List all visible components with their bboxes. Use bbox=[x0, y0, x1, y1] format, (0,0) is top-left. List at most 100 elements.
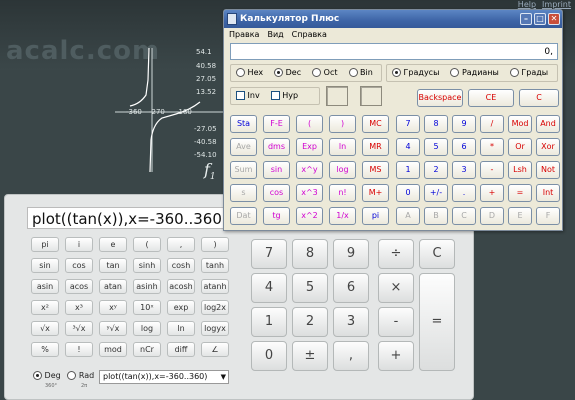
sci-key[interactable]: log2x bbox=[201, 300, 229, 315]
calc-key[interactable]: n! bbox=[329, 184, 356, 202]
imprint-link[interactable]: Imprint bbox=[542, 0, 571, 9]
calc-key[interactable]: Or bbox=[508, 138, 532, 156]
operator-key[interactable]: + bbox=[378, 341, 414, 371]
oct-option[interactable]: Oct bbox=[312, 68, 338, 77]
calc-key[interactable]: Not bbox=[536, 161, 560, 179]
operator-key[interactable]: - bbox=[378, 307, 414, 337]
calc-key[interactable]: C bbox=[452, 207, 476, 225]
calc-key[interactable]: 4 bbox=[396, 138, 420, 156]
sci-key[interactable]: logyx bbox=[201, 321, 229, 336]
calc-key[interactable]: + bbox=[480, 184, 504, 202]
digit-key[interactable]: 8 bbox=[292, 239, 328, 269]
sci-key[interactable]: tanh bbox=[201, 258, 229, 273]
sci-key[interactable]: acosh bbox=[167, 279, 195, 294]
calc-key[interactable]: B bbox=[424, 207, 448, 225]
history-select[interactable]: plot((tan(x)),x=-360..360) ▼ bbox=[99, 370, 229, 384]
sci-key[interactable]: sinh bbox=[133, 258, 161, 273]
calc-key[interactable]: Mod bbox=[508, 115, 532, 133]
calc-key[interactable]: 9 bbox=[452, 115, 476, 133]
sci-key[interactable]: x³ bbox=[65, 300, 93, 315]
operator-key[interactable]: ÷ bbox=[378, 239, 414, 269]
rad-radio[interactable] bbox=[67, 371, 77, 380]
calc-key[interactable]: tg bbox=[263, 207, 290, 225]
calc-key[interactable]: Dat bbox=[230, 207, 257, 225]
sci-key[interactable]: asin bbox=[31, 279, 59, 294]
calc-key[interactable]: D bbox=[480, 207, 504, 225]
menu-view[interactable]: Вид bbox=[267, 30, 283, 39]
calc-key[interactable]: Lsh bbox=[508, 161, 532, 179]
calc-key[interactable]: 6 bbox=[452, 138, 476, 156]
hex-option[interactable]: Hex bbox=[236, 68, 263, 77]
sci-key[interactable]: ³√x bbox=[65, 321, 93, 336]
calc-key[interactable]: Sta bbox=[230, 115, 257, 133]
sci-key[interactable]: i bbox=[65, 237, 93, 252]
calc-key[interactable]: 5 bbox=[424, 138, 448, 156]
calc-key[interactable]: MS bbox=[362, 161, 389, 179]
calc-key[interactable]: 1 bbox=[396, 161, 420, 179]
sci-key[interactable]: tan bbox=[99, 258, 127, 273]
sci-key[interactable]: cos bbox=[65, 258, 93, 273]
digit-key[interactable]: 5 bbox=[292, 273, 328, 303]
calc-key[interactable]: Exp bbox=[296, 138, 323, 156]
sci-key[interactable]: e bbox=[99, 237, 127, 252]
sci-key[interactable]: atanh bbox=[201, 279, 229, 294]
calc-key[interactable]: +/- bbox=[424, 184, 448, 202]
calc-key[interactable]: x^3 bbox=[296, 184, 323, 202]
digit-key[interactable]: 1 bbox=[251, 307, 287, 337]
grads-option[interactable]: Грады bbox=[509, 68, 548, 77]
sci-key[interactable]: , bbox=[167, 237, 195, 252]
digit-key[interactable]: ± bbox=[292, 341, 328, 371]
c-button[interactable]: C bbox=[519, 89, 559, 107]
calc-key[interactable]: - bbox=[480, 161, 504, 179]
digit-key[interactable]: 4 bbox=[251, 273, 287, 303]
calc-key[interactable]: M+ bbox=[362, 184, 389, 202]
calc-key[interactable]: 2 bbox=[424, 161, 448, 179]
deg-radio[interactable] bbox=[33, 371, 42, 380]
calc-key[interactable]: E bbox=[508, 207, 532, 225]
calc-key[interactable]: / bbox=[480, 115, 504, 133]
calc-key[interactable]: And bbox=[536, 115, 560, 133]
sci-key[interactable]: √x bbox=[31, 321, 59, 336]
calc-key[interactable]: * bbox=[480, 138, 504, 156]
window-titlebar[interactable]: Калькулятор Плюс – □ ✕ bbox=[224, 10, 562, 28]
operator-key[interactable]: × bbox=[378, 273, 414, 303]
backspace-button[interactable]: Backspace bbox=[417, 89, 463, 107]
maximize-button[interactable]: □ bbox=[534, 13, 546, 25]
calc-key[interactable]: cos bbox=[263, 184, 290, 202]
calc-key[interactable]: A bbox=[396, 207, 420, 225]
calc-key[interactable]: F bbox=[536, 207, 560, 225]
calc-key[interactable]: Int bbox=[536, 184, 560, 202]
calc-key[interactable]: F-E bbox=[263, 115, 290, 133]
expression-input[interactable]: plot((tan(x)),x=-360..360 bbox=[27, 207, 235, 229]
sci-key[interactable]: exp bbox=[167, 300, 195, 315]
sci-key[interactable]: 10ˣ bbox=[133, 300, 161, 315]
calc-key[interactable]: log bbox=[329, 161, 356, 179]
calc-key[interactable]: ln bbox=[329, 138, 356, 156]
degrees-option[interactable]: Градусы bbox=[392, 68, 439, 77]
radians-option[interactable]: Радианы bbox=[450, 68, 499, 77]
menu-help[interactable]: Справка bbox=[292, 30, 327, 39]
sci-key[interactable]: acos bbox=[65, 279, 93, 294]
calc-key[interactable]: 8 bbox=[424, 115, 448, 133]
sci-key[interactable]: nCr bbox=[133, 342, 161, 357]
sci-key[interactable]: mod bbox=[99, 342, 127, 357]
sci-key[interactable]: diff bbox=[167, 342, 195, 357]
calc-key[interactable]: MC bbox=[362, 115, 389, 133]
sci-key[interactable]: pi bbox=[31, 237, 59, 252]
calc-key[interactable]: s bbox=[230, 184, 257, 202]
calc-key[interactable]: 3 bbox=[452, 161, 476, 179]
menu-edit[interactable]: Правка bbox=[229, 30, 259, 39]
sci-key[interactable]: ln bbox=[167, 321, 195, 336]
sci-key[interactable]: ! bbox=[65, 342, 93, 357]
sci-key[interactable]: sin bbox=[31, 258, 59, 273]
sci-key[interactable]: log bbox=[133, 321, 161, 336]
calc-key[interactable]: dms bbox=[263, 138, 290, 156]
sci-key[interactable]: xʸ bbox=[99, 300, 127, 315]
minimize-button[interactable]: – bbox=[520, 13, 532, 25]
sci-key[interactable]: atan bbox=[99, 279, 127, 294]
digit-key[interactable]: 2 bbox=[292, 307, 328, 337]
sci-key[interactable]: ʸ√x bbox=[99, 321, 127, 336]
clear-key[interactable]: C bbox=[419, 239, 455, 269]
digit-key[interactable]: 7 bbox=[251, 239, 287, 269]
calc-key[interactable]: ) bbox=[329, 115, 356, 133]
